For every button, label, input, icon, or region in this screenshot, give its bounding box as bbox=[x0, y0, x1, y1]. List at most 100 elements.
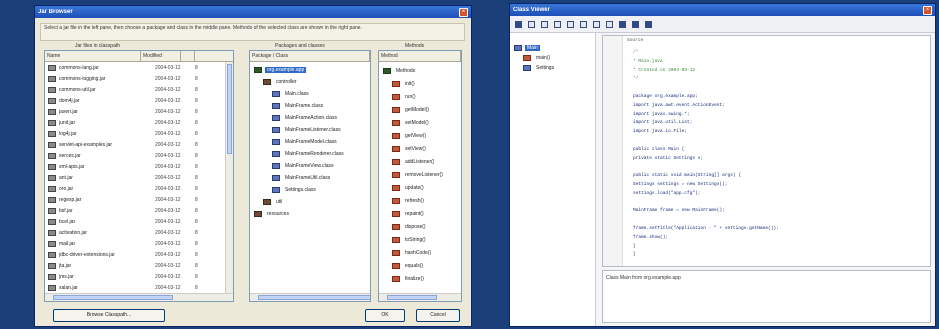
tree-item[interactable]: MainFrameListener.class bbox=[250, 124, 370, 136]
package-tree[interactable]: Package / Class org.example.app controlle… bbox=[249, 50, 371, 302]
tree-item[interactable]: repaint() bbox=[379, 207, 461, 220]
list-item[interactable]: log4j.jar 2004-03-12 8 bbox=[45, 128, 233, 139]
list-item[interactable]: commons-logging.jar 2004-03-12 8 bbox=[45, 73, 233, 84]
list-item[interactable]: jaxen.jar 2004-03-12 8 bbox=[45, 106, 233, 117]
tree-item[interactable]: setView() bbox=[379, 142, 461, 155]
tree-item[interactable]: MainFrame.class bbox=[250, 100, 370, 112]
tree-item[interactable]: MainFrameUtil.class bbox=[250, 172, 370, 184]
tree-item[interactable]: getView() bbox=[379, 129, 461, 142]
tree-item[interactable]: MainFrameAction.class bbox=[250, 112, 370, 124]
list-item[interactable]: servlet-api-examples.jar 2004-03-12 8 bbox=[45, 139, 233, 150]
tree-item-label: MainFrameView.class bbox=[285, 163, 334, 169]
run-icon[interactable] bbox=[619, 20, 626, 28]
ok-button[interactable]: OK bbox=[365, 309, 405, 322]
tree-item[interactable]: run() bbox=[379, 90, 461, 103]
package-icon bbox=[263, 79, 271, 85]
tree-item[interactable]: main() bbox=[510, 53, 595, 63]
list-item[interactable]: mail.jar 2004-03-12 8 bbox=[45, 238, 233, 249]
tree-item[interactable]: MainFrameRenderer.class bbox=[250, 148, 370, 160]
tree-item[interactable]: Methods bbox=[379, 64, 461, 77]
file-date: 2004-03-12 bbox=[155, 119, 181, 126]
tree-item[interactable]: getModel() bbox=[379, 103, 461, 116]
title-bar[interactable]: Class Viewer × bbox=[510, 4, 935, 16]
tree-item-label: org.example.app bbox=[265, 67, 307, 73]
tree-item[interactable]: MainFrameView.class bbox=[250, 160, 370, 172]
paste-icon[interactable] bbox=[593, 20, 600, 28]
tree-item[interactable]: finalize() bbox=[379, 272, 461, 285]
list-item[interactable]: xml-apis.jar 2004-03-12 8 bbox=[45, 161, 233, 172]
scroll-thumb[interactable] bbox=[387, 295, 437, 300]
tree-item[interactable]: Settings.class bbox=[250, 184, 370, 196]
tree-item[interactable]: addListener() bbox=[379, 155, 461, 168]
scroll-thumb[interactable] bbox=[227, 64, 232, 154]
tree-item[interactable]: resources bbox=[250, 208, 370, 220]
stop-icon[interactable] bbox=[645, 20, 652, 28]
copy-icon[interactable] bbox=[580, 20, 587, 28]
tree-item[interactable]: Main.class bbox=[250, 88, 370, 100]
list-item[interactable]: jms.jar 2004-03-12 8 bbox=[45, 271, 233, 282]
tree-item[interactable]: MainFrameModel.class bbox=[250, 136, 370, 148]
column-header-method[interactable]: Method bbox=[379, 51, 461, 61]
horizontal-scrollbar[interactable] bbox=[250, 293, 370, 301]
tree-item[interactable]: toString() bbox=[379, 233, 461, 246]
tree-item[interactable]: update() bbox=[379, 181, 461, 194]
tree-item[interactable]: hashCode() bbox=[379, 246, 461, 259]
list-item[interactable]: ant.jar 2004-03-12 8 bbox=[45, 172, 233, 183]
tree-item[interactable]: util bbox=[250, 196, 370, 208]
list-item[interactable]: xerces.jar 2004-03-12 8 bbox=[45, 150, 233, 161]
source-editor[interactable]: Source /* * Main.java * Created on 2004-… bbox=[602, 35, 931, 267]
back-arrow-icon[interactable] bbox=[541, 20, 548, 28]
list-item[interactable]: bcel.jar 2004-03-12 8 bbox=[45, 216, 233, 227]
class-icon bbox=[523, 65, 531, 71]
tree-item[interactable]: dispose() bbox=[379, 220, 461, 233]
check-icon[interactable] bbox=[528, 20, 535, 28]
horizontal-scrollbar[interactable] bbox=[45, 293, 233, 301]
tree-item[interactable]: Settings bbox=[510, 63, 595, 73]
file-date: 2004-03-12 bbox=[155, 108, 181, 115]
vertical-scrollbar[interactable] bbox=[225, 62, 233, 293]
list-item[interactable]: commons-lang.jar 2004-03-12 8 bbox=[45, 62, 233, 73]
tree-item[interactable]: org.example.app bbox=[250, 64, 370, 76]
column-header-name[interactable]: Name bbox=[45, 51, 141, 61]
jar-file-list[interactable]: Name Modified commons-lang.jar 2004-03-12… bbox=[44, 50, 234, 302]
list-item[interactable]: junit.jar 2004-03-12 8 bbox=[45, 117, 233, 128]
column-header-date[interactable]: Modified bbox=[141, 51, 181, 61]
tree-item[interactable]: init() bbox=[379, 77, 461, 90]
list-item[interactable]: bsf.jar 2004-03-12 8 bbox=[45, 205, 233, 216]
find-icon[interactable] bbox=[606, 20, 613, 28]
list-item[interactable]: activation.jar 2004-03-12 8 bbox=[45, 227, 233, 238]
scroll-thumb[interactable] bbox=[258, 295, 370, 300]
tree-item-label: getView() bbox=[405, 132, 427, 139]
title-bar[interactable]: Jar Browser × bbox=[35, 6, 471, 18]
list-item[interactable]: xalan.jar 2004-03-12 8 bbox=[45, 282, 233, 293]
method-list[interactable]: Method Methods init() run() getModel() setMo… bbox=[378, 50, 462, 302]
open-icon[interactable] bbox=[567, 20, 574, 28]
column-header-size[interactable] bbox=[181, 51, 195, 61]
list-item[interactable]: regexp.jar 2004-03-12 8 bbox=[45, 194, 233, 205]
list-item[interactable]: dom4j.jar 2004-03-12 8 bbox=[45, 95, 233, 106]
list-item[interactable]: oro.jar 2004-03-12 8 bbox=[45, 183, 233, 194]
tree-item[interactable]: controller bbox=[250, 76, 370, 88]
forward-arrow-icon[interactable] bbox=[554, 20, 561, 28]
debug-icon[interactable] bbox=[632, 20, 639, 28]
tree-item[interactable]: removeListener() bbox=[379, 168, 461, 181]
cancel-button[interactable]: Cancel bbox=[416, 309, 460, 322]
save-icon[interactable] bbox=[515, 20, 522, 28]
folder-icon bbox=[383, 67, 391, 74]
list-item[interactable]: jdbc-driver-extensions.jar 2004-03-12 8 bbox=[45, 249, 233, 260]
close-button[interactable]: × bbox=[923, 5, 932, 15]
scroll-thumb[interactable] bbox=[53, 295, 173, 300]
browse-classpath-button[interactable]: Browse Classpath... bbox=[53, 309, 165, 322]
tree-item[interactable]: refresh() bbox=[379, 194, 461, 207]
list-item[interactable]: jta.jar 2004-03-12 8 bbox=[45, 260, 233, 271]
tree-item[interactable]: equals() bbox=[379, 259, 461, 272]
close-button[interactable]: × bbox=[459, 7, 468, 17]
list-item[interactable]: commons-util.jar 2004-03-12 8 bbox=[45, 84, 233, 95]
tree-item[interactable]: Main bbox=[510, 43, 595, 53]
class-outline[interactable]: Main main() Settings bbox=[510, 33, 596, 326]
column-header-package[interactable]: Package / Class bbox=[250, 51, 370, 61]
tree-item[interactable]: setModel() bbox=[379, 116, 461, 129]
horizontal-scrollbar[interactable] bbox=[379, 293, 461, 301]
jar-file-icon bbox=[48, 108, 56, 115]
file-date: 2004-03-12 bbox=[155, 141, 181, 148]
